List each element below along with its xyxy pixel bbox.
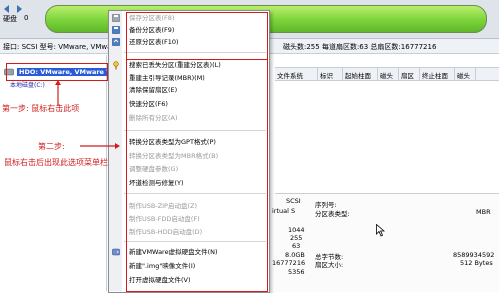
sector-size-label: 扇区大小:: [315, 261, 344, 269]
back-arrow-icon[interactable]: [2, 4, 12, 14]
col-head[interactable]: 磁头: [378, 68, 399, 80]
highlight-box-tree: [6, 63, 108, 81]
extra-value: 5356: [288, 268, 305, 276]
step2-annotation: 第二步:: [38, 142, 65, 151]
col-start-cyl[interactable]: 起始柱面: [343, 68, 378, 80]
capacity-value: 8.0GB: [285, 251, 305, 259]
col-id[interactable]: 标识: [318, 68, 343, 80]
spt-value: 63: [292, 242, 301, 250]
col-end-cyl[interactable]: 终止柱面: [420, 68, 455, 80]
highlight-box-menu-bottom: [126, 57, 268, 292]
backup-icon: [112, 26, 120, 34]
step2-description: 鼠标右击后出现此选项菜单栏: [4, 158, 108, 167]
disk-label: 硬盘: [3, 15, 17, 23]
disk-tree-panel: [0, 55, 107, 291]
ptype-label: 分区表类型:: [315, 210, 350, 218]
cylinders-value: 1044: [288, 226, 305, 234]
col-filesystem[interactable]: 文件系统: [275, 68, 318, 80]
sector-count-value: 16777216: [272, 259, 306, 267]
model-value: irtual S: [272, 207, 296, 215]
sector-size-value: 512 Bytes: [460, 259, 493, 267]
mouse-cursor-icon: [376, 224, 385, 237]
partition-table-header: 文件系统 标识 起始柱面 磁头 扇区 终止柱面 磁头: [275, 68, 499, 81]
highlight-box-menu-top: [126, 12, 268, 60]
restore-icon: [112, 38, 120, 46]
bus-value: SCSI: [286, 197, 301, 205]
ptype-value: MBR: [476, 208, 491, 216]
forward-arrow-icon[interactable]: [14, 4, 24, 14]
disk-geometry: 磁头数:255 每道扇区数:63 总扇区数:16777216: [283, 43, 437, 51]
heads-value: 255: [290, 234, 303, 242]
table-toolbar: [275, 57, 499, 68]
save-icon: [112, 14, 120, 22]
search-icon: [112, 61, 120, 70]
total-bytes-value: 8589934592: [453, 251, 495, 259]
disk-details-panel: [275, 193, 499, 292]
col-sector[interactable]: 扇区: [399, 68, 420, 80]
vm-disk-icon: [112, 248, 120, 256]
col-end-head[interactable]: 磁头: [455, 68, 476, 80]
tree-item-partition[interactable]: 本地磁盘(C:): [10, 80, 45, 89]
disk-index: 0: [24, 14, 29, 22]
step1-annotation: 第一步: 鼠标右击此项: [2, 104, 80, 113]
